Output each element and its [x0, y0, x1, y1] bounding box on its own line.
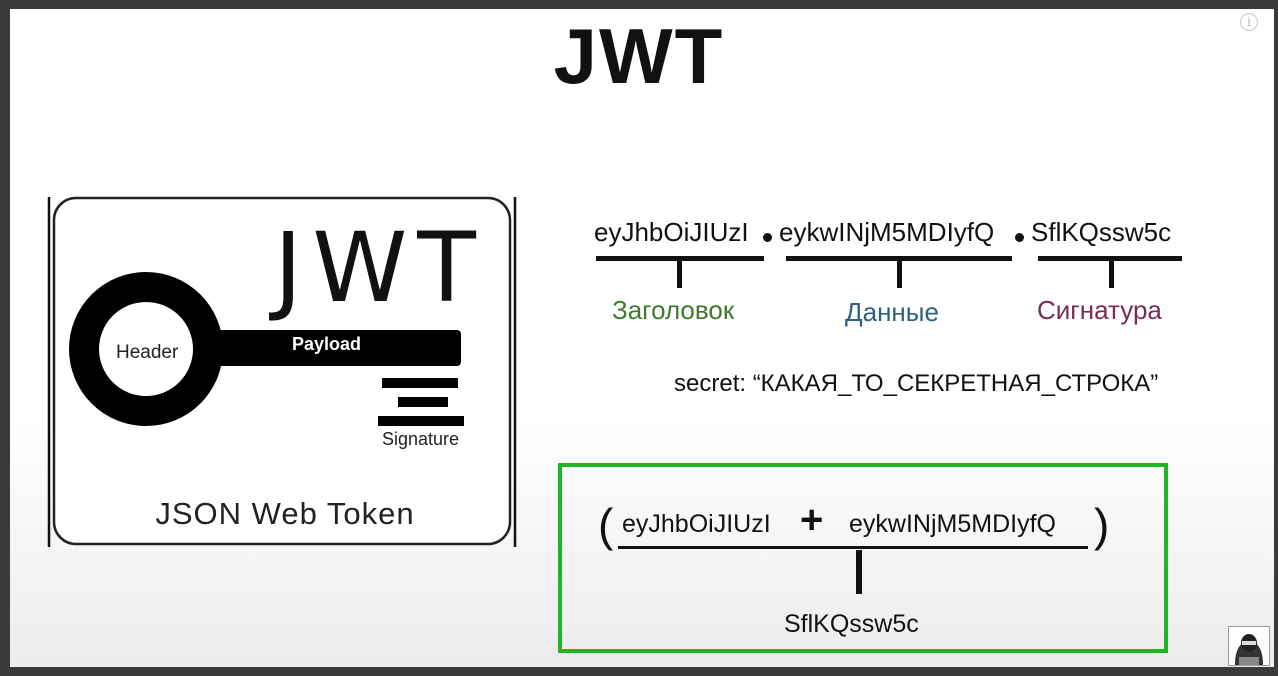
hacker-avatar-icon[interactable] — [1228, 626, 1270, 666]
formula-result: SflKQssw5c — [784, 610, 919, 638]
token-dot-1 — [763, 233, 772, 242]
formula-plus: + — [800, 498, 824, 542]
tick-header — [677, 260, 682, 288]
close-paren: ) — [1094, 499, 1110, 551]
logo-caption: JSON Web Token — [155, 496, 415, 531]
secret-text: secret: “КАКАЯ_ТО_СЕКРЕТНАЯ_СТРОКА” — [674, 370, 1159, 397]
open-paren: ( — [598, 499, 614, 551]
formula-operand-payload: eykwINjM5MDIyfQ — [849, 510, 1056, 538]
token-part-signature: SflKQssw5c — [1031, 217, 1172, 247]
formula-tick — [856, 550, 862, 594]
formula-operand-header: eyJhbOiJIUzI — [622, 510, 771, 538]
logo-payload-label: Payload — [292, 334, 362, 354]
logo-jwt-text: JWT — [274, 212, 486, 324]
label-signature: Сигнатура — [1037, 295, 1162, 325]
label-header: Заголовок — [612, 295, 735, 325]
tick-payload — [897, 260, 902, 288]
logo-signature-label: Signature — [382, 429, 460, 449]
logo-header-label: Header — [116, 342, 179, 363]
token-part-payload: eykwINjM5MDIyfQ — [779, 217, 995, 247]
token-dot-2 — [1015, 233, 1024, 242]
token-part-header: eyJhbOiJIUzI — [594, 217, 749, 247]
tick-signature — [1109, 260, 1114, 288]
slide-title: JWT — [553, 12, 725, 100]
label-payload: Данные — [845, 297, 939, 327]
jwt-logo-card: JWT Header Payload Signature JSON Web To… — [46, 192, 518, 548]
formula-underline — [618, 546, 1088, 549]
